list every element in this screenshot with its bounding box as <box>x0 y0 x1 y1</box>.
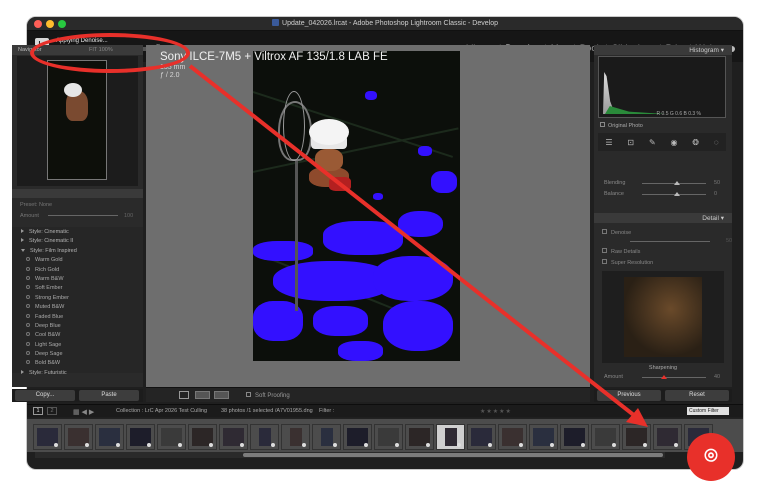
watermark-logo: ⌾ <box>687 433 735 481</box>
annotation-arrow <box>188 64 648 427</box>
